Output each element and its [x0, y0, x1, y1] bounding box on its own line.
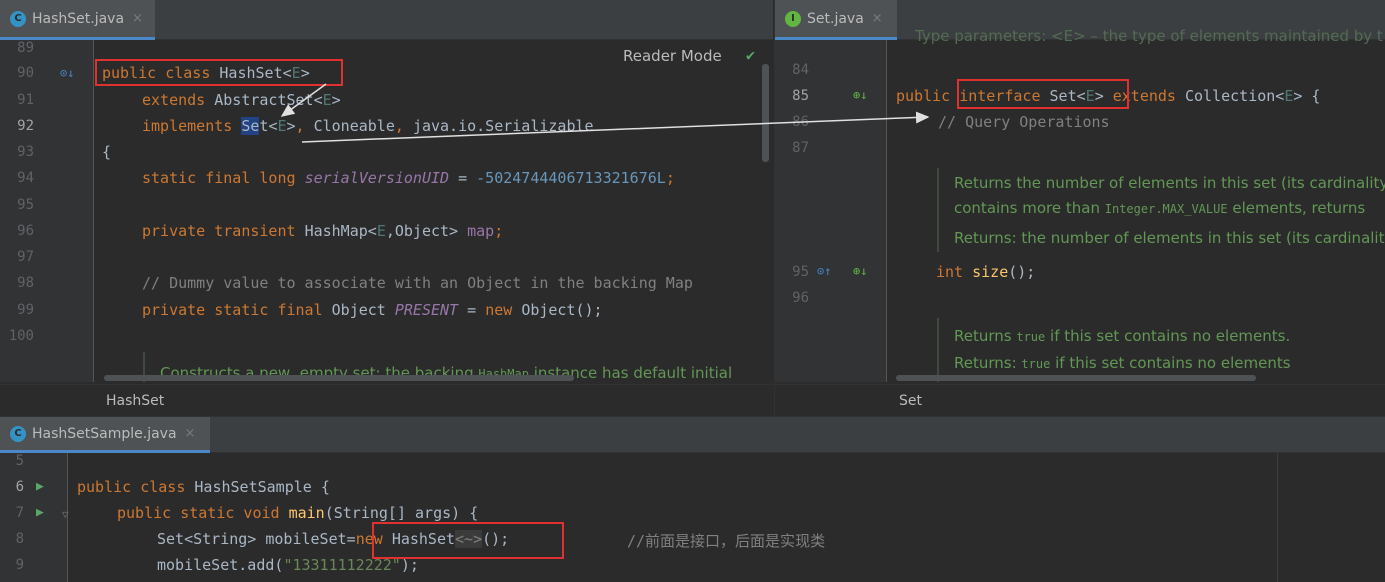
annotation-box-class-decl: [95, 59, 343, 86]
interface-icon: I: [785, 10, 801, 27]
check-icon: ✔: [746, 46, 756, 64]
line-number: 8: [15, 531, 24, 547]
reader-mode-toggle[interactable]: Reader Mode: [623, 47, 722, 65]
close-icon[interactable]: ×: [872, 11, 883, 26]
tab-hashsetsample-java[interactable]: C HashSetSample.java ×: [0, 417, 210, 453]
code-line-95: int size();: [936, 263, 1036, 281]
code-line-98: // Dummy value to associate with an Obje…: [142, 274, 693, 292]
code-line-91: extends AbstractSet<E>: [142, 91, 341, 109]
line-number: 99: [17, 302, 34, 318]
code-line-86: // Query Operations: [938, 113, 1110, 131]
line-number: 94: [17, 170, 34, 186]
rendered-doc-line: Returns: true if this set contains no el…: [954, 354, 1291, 372]
line-number: 9: [15, 557, 24, 573]
run-icon[interactable]: ▶: [36, 505, 44, 520]
rendered-doc-line: contains more than Integer.MAX_VALUE ele…: [954, 199, 1366, 217]
annotation-box-interface-decl: [957, 79, 1129, 109]
code-line-96: private transient HashMap<E,Object> map;: [142, 222, 504, 240]
tab-label: Set.java: [807, 10, 864, 27]
line-number: 87: [792, 140, 809, 156]
line-gutter: 84 85 86 87 95 96 ⊕↓ ⊙↑ ⊕↓: [775, 40, 887, 382]
line-number: 100: [8, 328, 34, 344]
rendered-doc-line: Returns: the number of elements in this …: [954, 229, 1385, 247]
bottom-editor-pane: C HashSetSample.java × 5 6 7 8 9 ▶ ▶ ▽ p…: [0, 416, 1385, 582]
line-number: 84: [792, 62, 809, 78]
doc-comment-bar: [937, 168, 939, 252]
breadcrumb-item[interactable]: HashSet: [106, 393, 164, 409]
line-number: 85: [792, 88, 809, 104]
rendered-doc-line: Returns the number of elements in this s…: [954, 174, 1385, 192]
breadcrumb: HashSet: [0, 384, 773, 416]
code-line-94: static final long serialVersionUID = -50…: [142, 169, 675, 187]
line-number: 91: [17, 92, 34, 108]
line-number: 95: [792, 264, 809, 280]
line-gutter: 89 90 91 92 93 94 95 96 97 98 99 100 ⊙↓: [0, 40, 94, 382]
line-number: 96: [792, 290, 809, 306]
code-line-99: private static final Object PRESENT = ne…: [142, 301, 603, 319]
bottom-tab-bar: C HashSetSample.java ×: [0, 417, 1385, 453]
close-icon[interactable]: ×: [132, 11, 143, 26]
horizontal-scrollbar[interactable]: [104, 375, 574, 381]
line-number: 6: [15, 479, 24, 495]
vertical-scrollbar[interactable]: [762, 64, 769, 162]
line-number: 98: [17, 275, 34, 291]
line-number: 89: [17, 40, 34, 56]
horizontal-scrollbar[interactable]: [896, 375, 1256, 381]
rendered-doc-top: Type parameters: <E> – the type of eleme…: [915, 27, 1383, 45]
line-number: 90: [17, 65, 34, 81]
left-tab-bar: C HashSet.java ×: [0, 0, 773, 40]
overrides-gutter-icon[interactable]: ⊙↑: [817, 264, 831, 278]
right-editor-pane: I Set.java × 84 85 86 87 95 96 ⊕↓ ⊙↑ ⊕↓ …: [774, 0, 1385, 416]
line-number: 7: [15, 505, 24, 521]
implemented-by-gutter-icon[interactable]: ⊕↓: [853, 88, 867, 102]
code-line-7: public static void main(String[] args) {: [117, 504, 479, 522]
tab-set-java[interactable]: I Set.java ×: [775, 0, 897, 40]
doc-comment-bar: [937, 318, 939, 382]
breadcrumb-item[interactable]: Set: [899, 393, 922, 409]
close-icon[interactable]: ×: [185, 426, 196, 441]
selected-text[interactable]: Se: [241, 117, 260, 135]
line-gutter: 5 6 7 8 9 ▶ ▶ ▽: [0, 453, 69, 582]
tab-label: HashSet.java: [32, 10, 125, 27]
line-number: 92: [17, 118, 34, 134]
breadcrumb: Set: [775, 384, 1385, 416]
vertical-scrollbar[interactable]: [1277, 453, 1278, 582]
tab-label: HashSetSample.java: [32, 425, 177, 442]
implementations-gutter-icon[interactable]: ⊙↓: [60, 66, 74, 80]
annotation-box-new-hashset: [372, 522, 564, 559]
code-line-93: {: [102, 143, 112, 161]
rendered-doc-line: Returns true if this set contains no ele…: [954, 327, 1291, 345]
line-number: 96: [17, 223, 34, 239]
line-number: 95: [17, 197, 34, 213]
class-icon: C: [10, 425, 26, 442]
tab-hashset-java[interactable]: C HashSet.java ×: [0, 0, 155, 40]
implemented-by-gutter-icon[interactable]: ⊕↓: [853, 264, 867, 278]
line-number: 5: [15, 453, 24, 469]
class-icon: C: [10, 10, 26, 27]
line-number: 86: [792, 114, 809, 130]
fold-icon[interactable]: ▽: [62, 508, 69, 521]
code-line-92: implements Set<E>, Cloneable, java.io.Se…: [142, 117, 594, 135]
code-line-8-comment: //前面是接口，后面是实现类: [627, 532, 826, 550]
line-number: 93: [17, 144, 34, 160]
left-editor-pane: C HashSet.java × 89 90 91 92 93 94 95 96…: [0, 0, 773, 416]
run-icon[interactable]: ▶: [36, 479, 44, 494]
line-number: 97: [17, 249, 34, 265]
code-line-6: public class HashSetSample {: [77, 478, 330, 496]
